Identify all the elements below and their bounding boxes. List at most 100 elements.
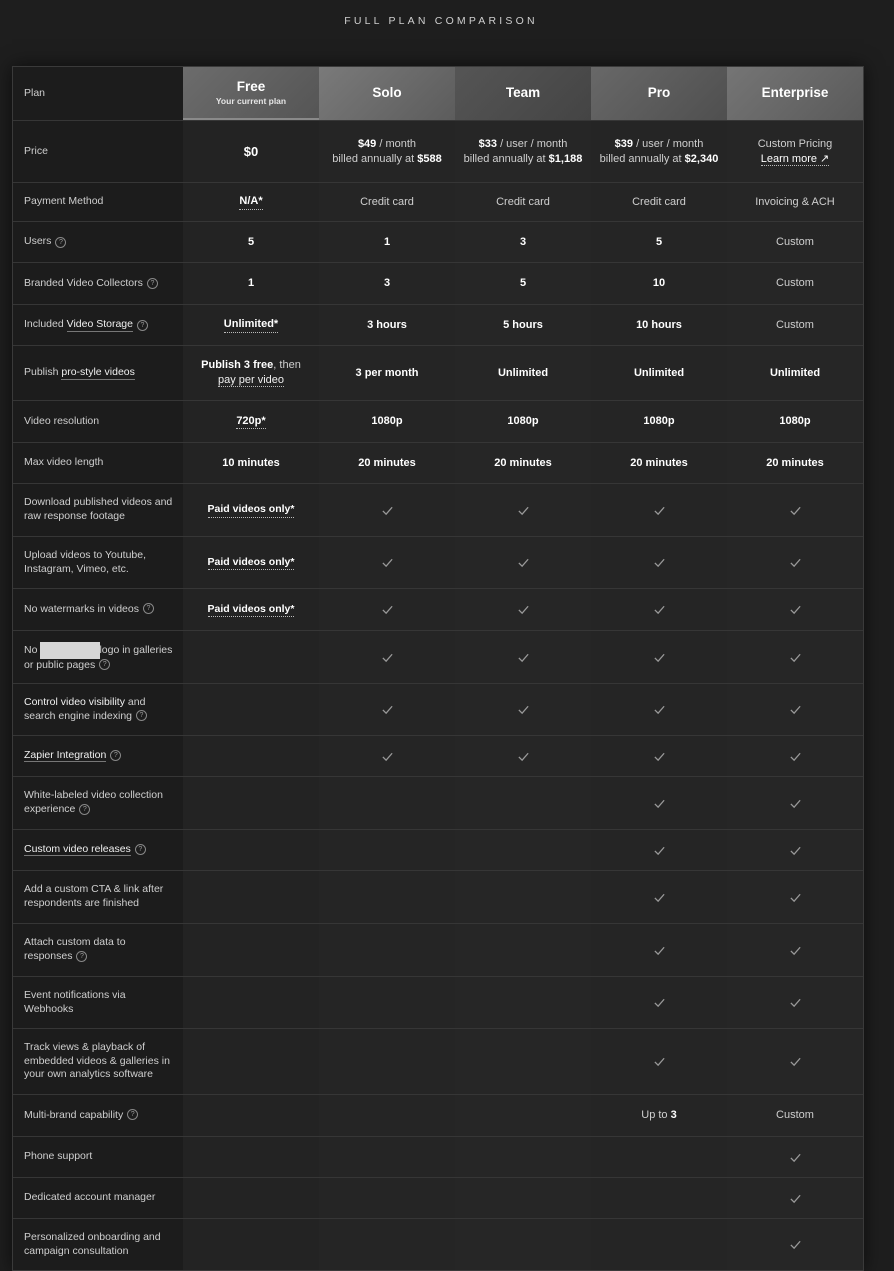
help-icon[interactable]: ? [136,710,147,722]
cell-value: Unlimited [727,346,863,400]
cell-free [183,631,319,683]
video-storage-link[interactable]: Video Storage [66,318,133,333]
table-row-onboarding: Personalized onboarding and campaign con… [13,1219,863,1270]
feature-label: Branded Video Collectors [24,276,143,289]
cell-value: 3 [319,263,455,304]
help-icon[interactable]: ? [76,950,88,962]
cell-team [455,631,591,683]
help-icon[interactable]: ? [79,803,91,815]
feature-label: No [24,643,38,656]
cell-free [183,777,319,829]
help-icon[interactable]: ? [146,278,158,289]
table-row-price: Price $0 $49 / month billed annually at … [13,121,863,183]
pro-style-videos-link[interactable]: pro-style videos [61,366,135,381]
plan-header-enterprise[interactable]: Enterprise [727,67,863,120]
cell-pro [591,537,727,588]
multibrand-prefix: Up to [641,1109,671,1122]
table-row-cta: Add a custom CTA & link after respondent… [13,871,863,924]
cell-pro [591,1137,727,1177]
cell-solo [319,1029,455,1094]
table-row-watermark: No watermarks in videos? Paid videos only… [13,589,863,631]
cell-value: 1 [319,222,455,262]
help-icon[interactable]: ? [110,749,122,761]
table-row-payment: Payment Method N/A* Credit card Credit c… [13,183,863,222]
cell-value: Custom [727,305,863,345]
cell-team [455,977,591,1028]
cell-value: 10 [591,263,727,304]
cell-team [455,484,591,536]
feature-link[interactable]: Zapier Integration [24,749,107,763]
tooltip-value[interactable]: Unlimited* [223,317,279,333]
feature-label: Dedicated account manager [24,1191,156,1204]
cell-ent [727,484,863,536]
checkmark-icon [653,1057,665,1067]
feature-label: Upload videos to Youtube, Instagram, Vim… [24,548,147,575]
cell-free: Paid videos only* [183,589,319,630]
tooltip-value[interactable]: Paid videos only* [207,502,295,518]
cell-free [183,684,319,735]
help-icon[interactable]: ? [142,603,154,615]
publish-free-text: , then [273,359,301,372]
cell-solo [319,1137,455,1177]
help-icon[interactable]: ? [136,319,148,331]
tooltip-value[interactable]: Paid videos only* [207,555,295,571]
tooltip-value[interactable]: N/A* [239,194,263,210]
tooltip-value[interactable]: 720p* [236,414,266,430]
cell-free [183,1219,319,1270]
pay-per-video-link[interactable]: pay per video [217,374,285,387]
checkmark-icon [653,653,665,662]
checkmark-icon [381,558,393,568]
cell-solo [319,777,455,829]
cell-free [183,977,319,1028]
cell-ent [727,684,863,735]
help-icon[interactable]: ? [134,843,146,855]
cell-team [455,1219,591,1270]
cell-ent: Custom [727,1095,863,1136]
plan-header-free[interactable]: Free Your current plan [183,67,319,120]
feature-label: Included [24,318,67,331]
cell-pro [591,684,727,735]
plan-header-pro[interactable]: Pro [591,67,727,120]
feature-link[interactable]: Control video visibility [24,696,125,708]
cell-pro [591,1029,727,1094]
cell-pro [591,871,727,923]
checkmark-icon [789,799,801,808]
cell-pro [591,924,727,976]
cell-solo [319,684,455,735]
feature-link[interactable]: Custom video releases [24,843,131,857]
cell-solo [319,537,455,588]
cell-pro [591,631,727,683]
cell-ent [727,977,863,1028]
cell-free [183,1095,319,1136]
checkmark-icon [517,605,529,615]
help-icon[interactable]: ? [127,1109,139,1121]
price-unit: / user / month [497,137,568,150]
table-row-download: Download published videos and raw respon… [13,484,863,537]
plan-header-team[interactable]: Team [455,67,591,120]
cell-value: Credit card [591,183,727,221]
feature-label: Download published videos and raw respon… [24,496,173,522]
cell-solo [319,977,455,1028]
cell-value: 1080p [319,401,455,442]
cell-solo [319,1219,455,1270]
plan-header-solo[interactable]: Solo [319,67,455,120]
cell-ent [727,1029,863,1094]
tooltip-value[interactable]: Paid videos only* [207,602,295,618]
table-row-webhooks: Event notifications via Webhooks [13,977,863,1029]
checkmark-icon [381,506,393,515]
cell-solo [319,631,455,683]
cell-pro [591,589,727,630]
cell-team [455,589,591,630]
cell-team [455,1178,591,1218]
feature-label: Phone support [24,1150,93,1163]
feature-label: Add a custom CTA & link after respondent… [24,883,164,909]
help-icon[interactable]: ? [55,236,67,248]
cell-value: 10 hours [591,305,727,345]
cell-team [455,684,591,735]
learn-more-link[interactable]: Learn more ↗ [760,152,830,166]
help-icon[interactable]: ? [99,659,111,671]
billed-amount: $1,188 [548,152,583,165]
checkmark-icon [653,946,665,955]
checkmark-icon [789,846,801,855]
checkmark-icon [517,558,529,568]
